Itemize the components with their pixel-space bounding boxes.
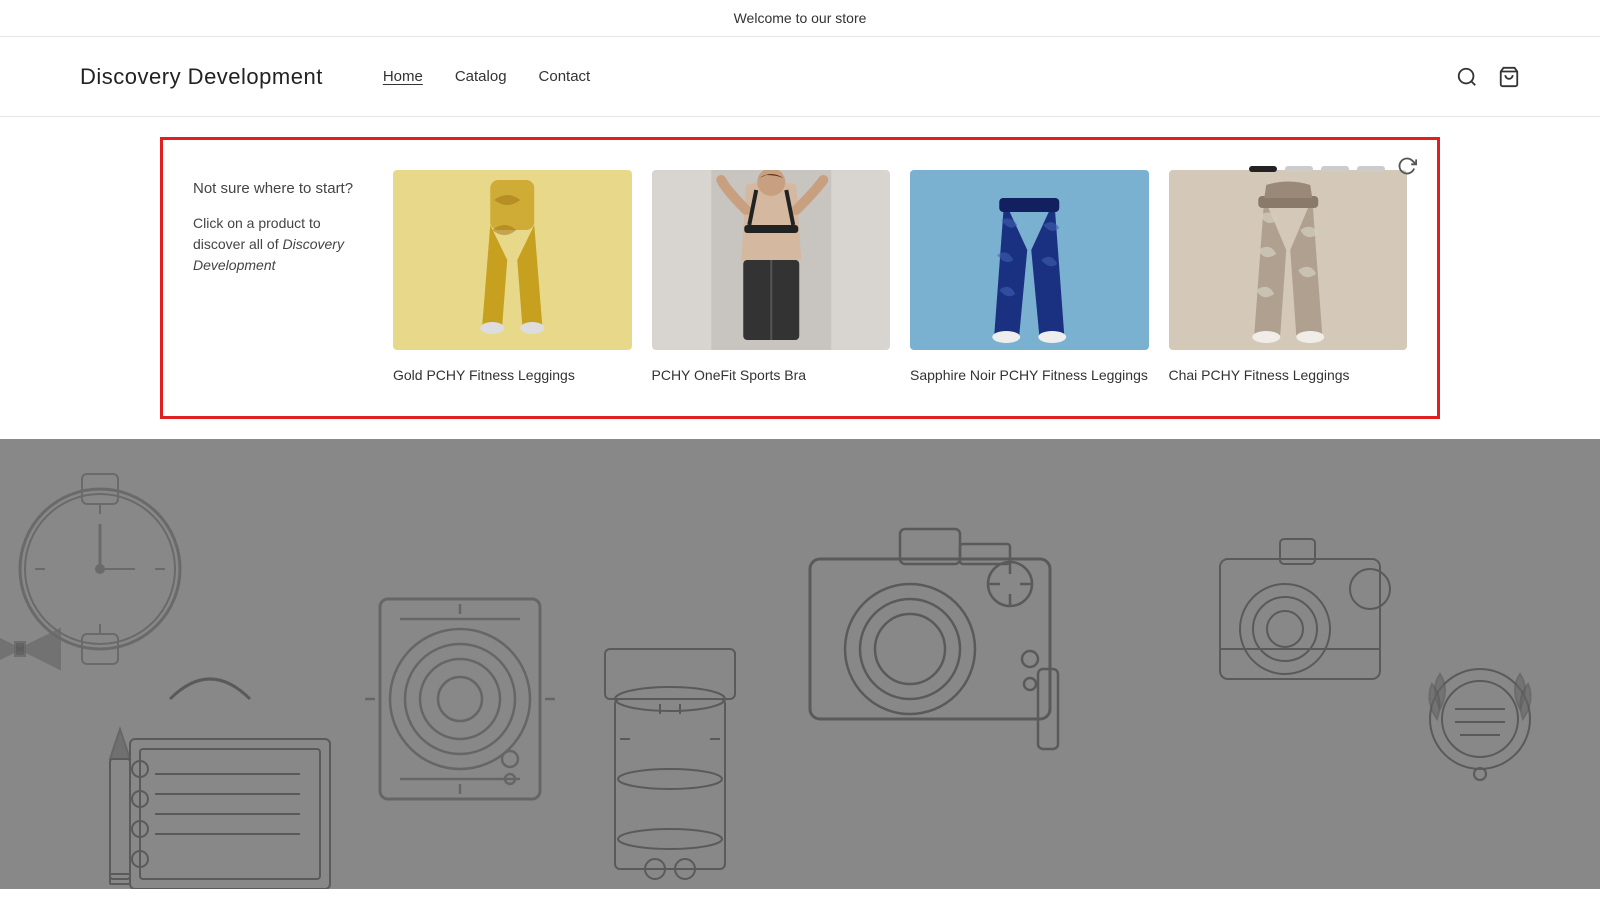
cart-icon xyxy=(1498,66,1520,88)
product-title-2: PCHY OneFit Sports Bra xyxy=(652,366,891,386)
product-card-2[interactable]: PCHY OneFit Sports Bra xyxy=(652,170,891,386)
main-content: Not sure where to start? Click on a prod… xyxy=(0,137,1600,889)
site-logo[interactable]: Discovery Development xyxy=(80,64,323,90)
product-figure-4 xyxy=(1169,170,1408,350)
products-row: Gold PCHY Fitness Leggings xyxy=(393,170,1407,386)
main-nav: Home Catalog Contact xyxy=(383,68,1456,85)
product-image-2 xyxy=(652,170,891,350)
product-image-1 xyxy=(393,170,632,350)
nav-link-contact[interactable]: Contact xyxy=(539,68,591,85)
nav-link-catalog[interactable]: Catalog xyxy=(455,68,507,85)
carousel-section: Not sure where to start? Click on a prod… xyxy=(160,137,1440,419)
background-pattern xyxy=(0,439,1600,889)
announcement-bar: Welcome to our store xyxy=(0,0,1600,37)
product-card-3[interactable]: Sapphire Noir PCHY Fitness Leggings xyxy=(910,170,1149,386)
product-title-4: Chai PCHY Fitness Leggings xyxy=(1169,366,1408,386)
search-icon xyxy=(1456,66,1478,88)
carousel-dot-2[interactable] xyxy=(1285,166,1313,172)
header: Discovery Development Home Catalog Conta… xyxy=(0,37,1600,117)
carousel-controls xyxy=(1249,156,1417,181)
background-section xyxy=(0,439,1600,889)
product-image-3 xyxy=(910,170,1149,350)
header-icons xyxy=(1456,66,1520,88)
carousel-desc-body: Click on a product to discover all of Di… xyxy=(193,213,373,276)
carousel-refresh-button[interactable] xyxy=(1397,156,1417,181)
product-title-1: Gold PCHY Fitness Leggings xyxy=(393,366,632,386)
product-title-3: Sapphire Noir PCHY Fitness Leggings xyxy=(910,366,1149,386)
carousel-dot-1[interactable] xyxy=(1249,166,1277,172)
product-figure-3 xyxy=(910,170,1149,350)
carousel-dot-3[interactable] xyxy=(1321,166,1349,172)
carousel-desc-title: Not sure where to start? xyxy=(193,180,373,197)
search-button[interactable] xyxy=(1456,66,1478,88)
announcement-text: Welcome to our store xyxy=(734,10,867,26)
carousel-description: Not sure where to start? Click on a prod… xyxy=(193,170,393,386)
product-figure-2 xyxy=(652,170,891,350)
carousel-inner: Not sure where to start? Click on a prod… xyxy=(193,170,1407,386)
product-image-4 xyxy=(1169,170,1408,350)
product-card-4[interactable]: Chai PCHY Fitness Leggings xyxy=(1169,170,1408,386)
carousel-dot-4[interactable] xyxy=(1357,166,1385,172)
cart-button[interactable] xyxy=(1498,66,1520,88)
refresh-icon xyxy=(1397,156,1417,176)
nav-link-home[interactable]: Home xyxy=(383,68,423,85)
product-figure-1 xyxy=(393,170,632,350)
product-card-1[interactable]: Gold PCHY Fitness Leggings xyxy=(393,170,632,386)
